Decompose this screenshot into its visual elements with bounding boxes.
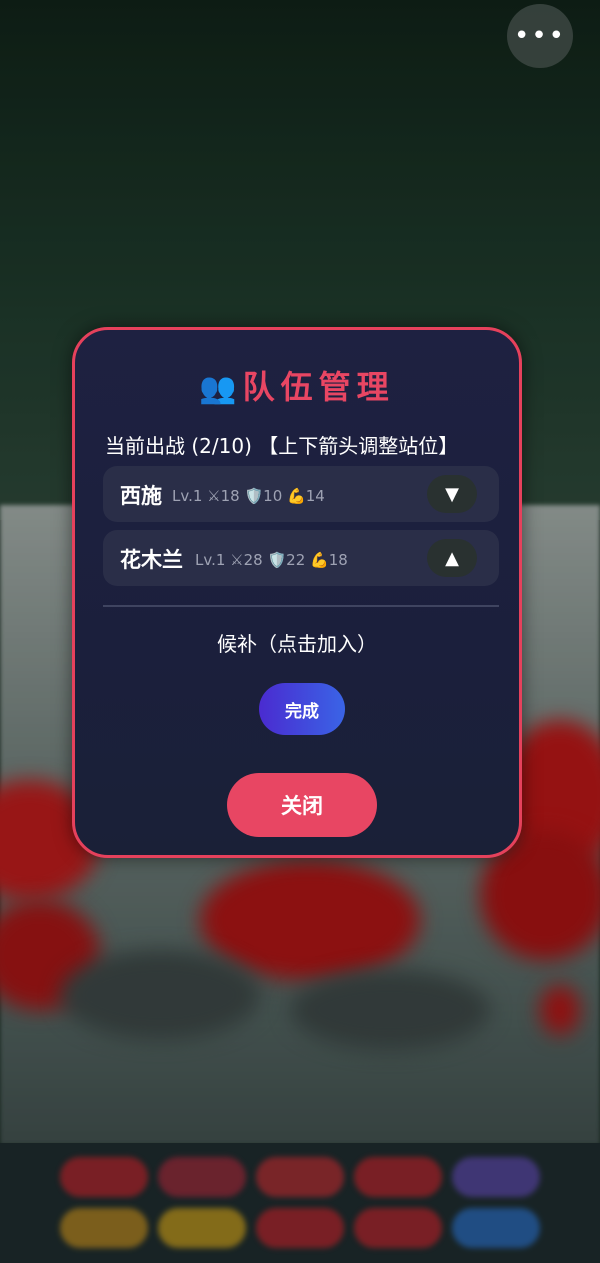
team-member-row[interactable]: 花木兰 Lv.1 ⚔28 🛡️22 💪18 ▲ (103, 530, 499, 586)
divider (103, 605, 499, 607)
attack-stat: ⚔18 (207, 487, 240, 505)
member-name: 西施 (120, 484, 162, 508)
move-down-button[interactable]: ▼ (427, 475, 477, 513)
active-team-header: 当前出战 (2/10) 【上下箭头调整站位】 (105, 434, 459, 458)
arrow-up-icon: ▲ (445, 547, 459, 569)
dialog-title: 👥 队伍管理 (75, 362, 519, 408)
strength-stat: 💪14 (287, 487, 325, 505)
team-member-row[interactable]: 西施 Lv.1 ⚔18 🛡️10 💪14 ▼ (103, 466, 499, 522)
move-up-button[interactable]: ▲ (427, 539, 477, 577)
member-stats: Lv.1 ⚔28 🛡️22 💪18 (195, 551, 348, 569)
member-level: Lv.1 (195, 551, 226, 569)
team-management-dialog: 👥 队伍管理 当前出战 (2/10) 【上下箭头调整站位】 西施 Lv.1 ⚔18… (72, 327, 522, 858)
strength-stat: 💪18 (310, 551, 348, 569)
member-level: Lv.1 (172, 487, 203, 505)
defense-stat: 🛡️22 (267, 551, 306, 569)
team-icon: 👥 (199, 371, 237, 406)
attack-stat: ⚔28 (230, 551, 263, 569)
more-dots-icon: ••• (513, 21, 566, 51)
member-stats: Lv.1 ⚔18 🛡️10 💪14 (172, 487, 325, 505)
close-button[interactable]: 关闭 (227, 773, 377, 837)
member-name: 花木兰 (120, 548, 183, 572)
done-button[interactable]: 完成 (259, 683, 345, 735)
defense-stat: 🛡️10 (244, 487, 283, 505)
bench-header: 候补（点击加入） (217, 632, 377, 656)
more-options-button[interactable]: ••• (507, 4, 573, 68)
dialog-title-text: 队伍管理 (242, 368, 395, 406)
arrow-down-icon: ▼ (445, 483, 459, 505)
